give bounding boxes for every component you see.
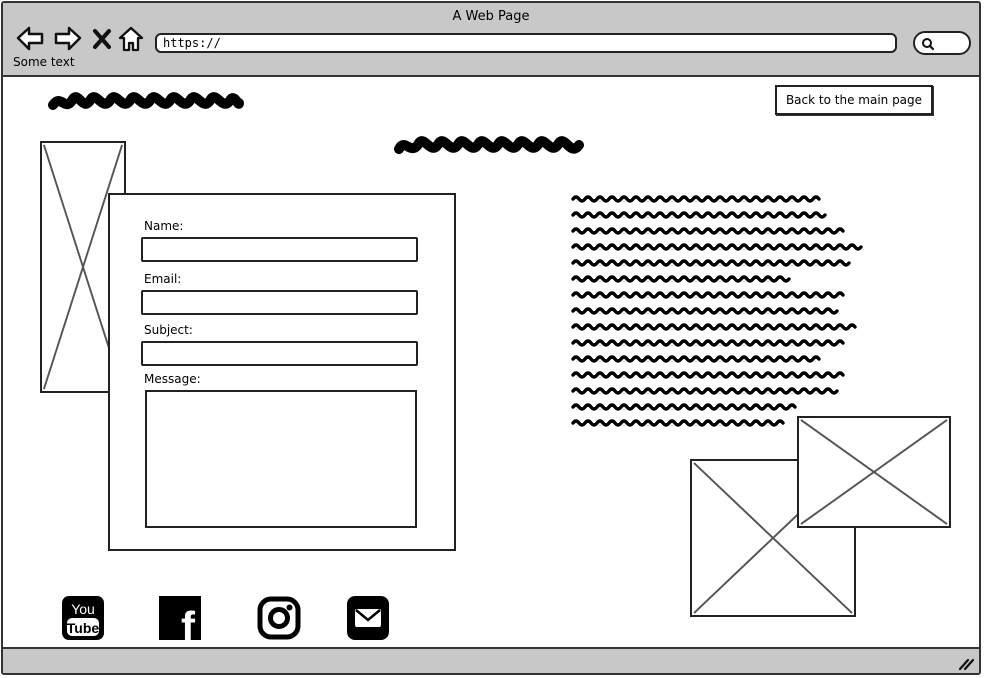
window-title: A Web Page xyxy=(452,9,530,24)
close-x-icon[interactable] xyxy=(91,25,113,53)
facebook-icon[interactable]: f xyxy=(158,595,202,641)
name-field[interactable] xyxy=(141,237,418,262)
url-input[interactable]: https:// xyxy=(155,33,897,53)
page-heading-scribble xyxy=(394,136,584,154)
email-icon[interactable] xyxy=(346,595,390,641)
logo-scribble xyxy=(48,92,244,110)
facebook-glyph: f xyxy=(181,603,196,641)
search-field[interactable] xyxy=(913,31,971,55)
youtube-you-text: You xyxy=(71,601,95,617)
forward-arrow-icon[interactable] xyxy=(53,25,83,53)
email-field[interactable] xyxy=(141,290,418,315)
message-label: Message: xyxy=(144,372,201,386)
instagram-icon[interactable] xyxy=(257,595,301,641)
browser-toolbar: A Web Page https:// Some text xyxy=(3,3,979,77)
resize-grip-icon[interactable] xyxy=(957,655,975,671)
search-icon xyxy=(922,38,935,51)
email-label: Email: xyxy=(144,272,182,286)
name-label: Name: xyxy=(144,219,184,233)
browser-window: A Web Page https:// Some text Back to th… xyxy=(1,1,981,675)
toolbar-caption: Some text xyxy=(13,55,75,69)
home-icon[interactable] xyxy=(117,25,145,53)
contact-form: Name: Email: Subject: Message: xyxy=(108,193,456,551)
message-textarea[interactable] xyxy=(145,390,417,528)
youtube-icon[interactable]: You Tube xyxy=(61,595,105,641)
back-to-main-button[interactable]: Back to the main page xyxy=(775,85,933,115)
scribbled-paragraph xyxy=(571,195,863,427)
status-bar xyxy=(3,647,979,673)
youtube-tube-text: Tube xyxy=(67,620,100,636)
back-arrow-icon[interactable] xyxy=(15,25,45,53)
image-placeholder-top xyxy=(797,416,951,528)
subject-field[interactable] xyxy=(141,341,418,366)
subject-label: Subject: xyxy=(144,323,193,337)
